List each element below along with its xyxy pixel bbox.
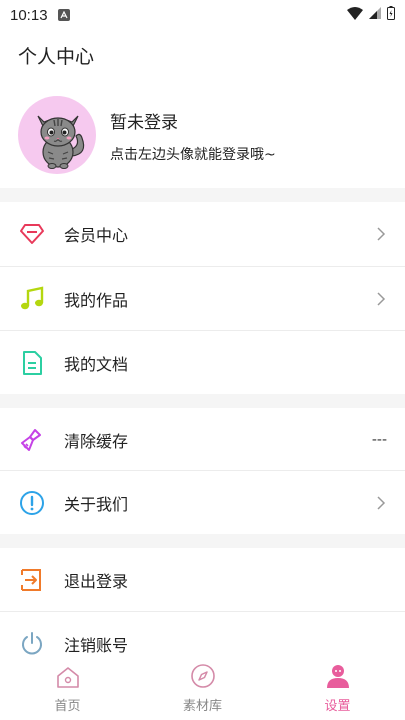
menu-item-label: 清除缓存 [64, 432, 129, 451]
music-note-icon [18, 285, 46, 313]
battery-icon [387, 6, 395, 24]
section-gap [0, 394, 405, 408]
menu-item-label: 退出登录 [64, 572, 129, 591]
menu-item-label: 我的作品 [64, 291, 129, 310]
signal-icon [369, 7, 381, 23]
document-icon [18, 349, 46, 377]
page-title: 个人中心 [18, 46, 95, 68]
section-gap [0, 188, 405, 202]
menu-item-about-us[interactable]: 关于我们 [0, 471, 405, 535]
menu-item-logout[interactable]: 退出登录 [0, 548, 405, 612]
status-bar: 10:13 [0, 0, 405, 30]
home-icon [55, 665, 81, 693]
compass-icon [190, 663, 216, 693]
diamond-icon [18, 220, 46, 248]
tab-label: 素材库 [182, 699, 222, 714]
profile-section: 暂未登录 点击左边头像就能登录哦~ [0, 88, 405, 184]
logout-icon [18, 566, 46, 594]
menu-item-clear-cache[interactable]: 清除缓存 --- [0, 408, 405, 472]
menu-item-vip-center[interactable]: 会员中心 [0, 202, 405, 266]
power-icon [18, 630, 46, 658]
bottom-tab-bar: 首页 素材库 设置 [0, 664, 405, 720]
broom-icon [18, 426, 46, 454]
tab-settings[interactable]: 设置 [270, 664, 405, 720]
tab-label: 设置 [324, 699, 351, 714]
tab-home[interactable]: 首页 [0, 664, 135, 720]
menu-item-label: 我的文档 [64, 355, 129, 374]
info-icon [18, 489, 46, 517]
notification-a-icon [57, 9, 70, 21]
wifi-icon [347, 6, 363, 24]
user-icon [325, 663, 351, 693]
status-time: 10:13 [10, 6, 48, 24]
tab-materials[interactable]: 素材库 [135, 664, 270, 720]
cat-avatar-icon [37, 115, 85, 169]
menu-item-my-documents[interactable]: 我的文档 [0, 331, 405, 395]
menu-item-label: 注销账号 [64, 636, 129, 655]
menu-item-label: 会员中心 [64, 226, 129, 245]
menu-item-label: 关于我们 [64, 495, 129, 514]
cache-size-value: --- [371, 432, 387, 448]
tab-label: 首页 [54, 699, 81, 714]
chevron-right-icon [375, 495, 387, 511]
avatar[interactable] [18, 96, 96, 174]
chevron-right-icon [375, 291, 387, 307]
menu-item-my-works[interactable]: 我的作品 [0, 267, 405, 331]
profile-hint: 点击左边头像就能登录哦~ [110, 147, 276, 163]
section-gap [0, 534, 405, 548]
chevron-right-icon [375, 226, 387, 242]
profile-name: 暂未登录 [110, 113, 178, 133]
